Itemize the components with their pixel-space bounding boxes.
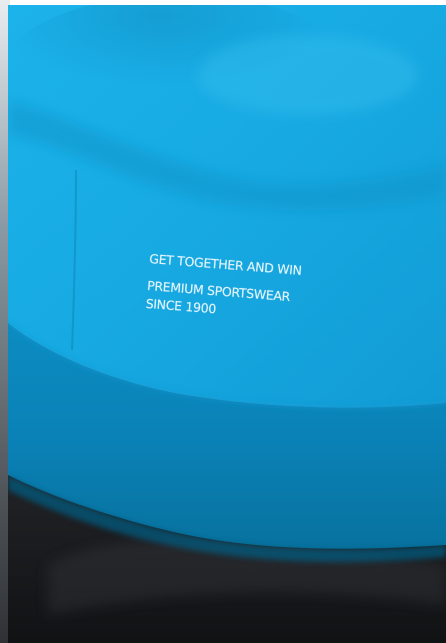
photo-frame: GET TOGETHER AND WIN PREMIUM SPORTSWEAR … xyxy=(0,0,446,643)
sportswear-photo xyxy=(8,5,446,643)
shirt-highlight xyxy=(198,35,418,115)
garment-illustration xyxy=(8,5,446,643)
